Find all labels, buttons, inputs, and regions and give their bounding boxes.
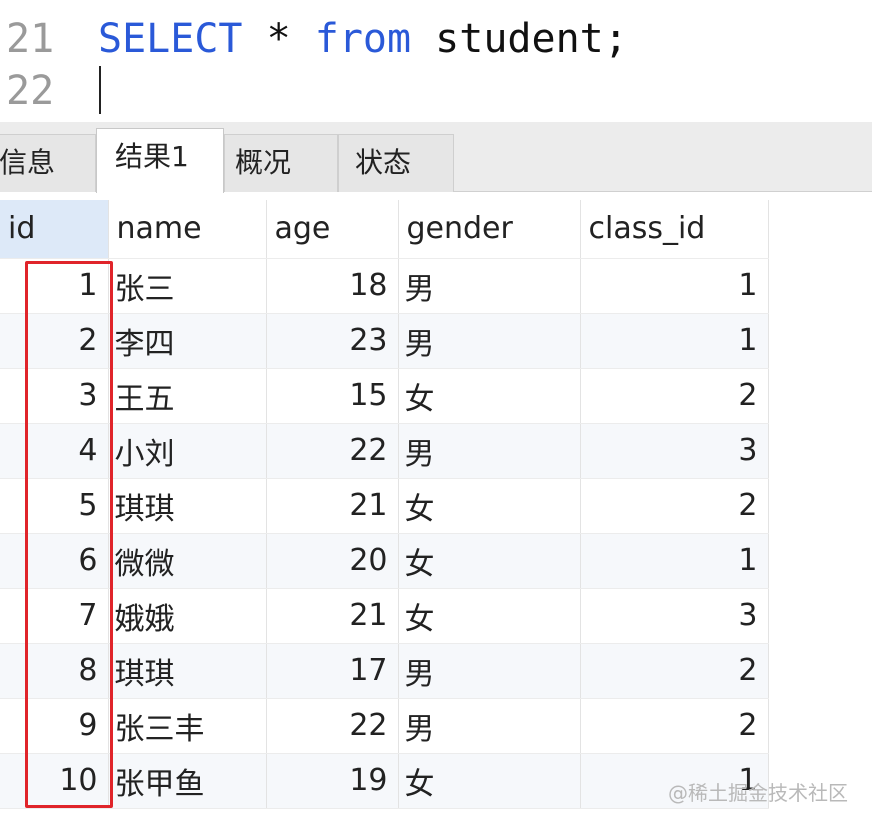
cell-name[interactable]: 微微 (108, 533, 267, 589)
table-row[interactable]: 7 娥娥 21 女 3 (0, 588, 769, 644)
cell-gender[interactable]: 女 (398, 368, 581, 424)
cell-class-id[interactable]: 1 (580, 313, 769, 369)
table-row[interactable]: 9 张三丰 22 男 2 (0, 698, 769, 754)
cell-class-id[interactable]: 1 (580, 533, 769, 589)
table-row[interactable]: 8 琪琪 17 男 2 (0, 643, 769, 699)
column-header-name[interactable]: name (108, 200, 267, 259)
cell-gender[interactable]: 男 (398, 313, 581, 369)
tab-info[interactable]: 信息 (0, 134, 96, 192)
cell-name[interactable]: 李四 (108, 313, 267, 369)
editor-line-22[interactable]: 22 (0, 64, 872, 118)
cell-name[interactable]: 王五 (108, 368, 267, 424)
cell-gender[interactable]: 男 (398, 643, 581, 699)
result-tab-bar: 信息 结果1 概况 状态 (0, 122, 872, 193)
table-row[interactable]: 1 张三 18 男 1 (0, 258, 769, 314)
cell-class-id[interactable]: 2 (580, 698, 769, 754)
table-row[interactable]: 4 小刘 22 男 3 (0, 423, 769, 479)
cell-name[interactable]: 小刘 (108, 423, 267, 479)
sql-token: * (242, 16, 315, 62)
tab-label: 信息 (0, 146, 56, 179)
cell-id[interactable]: 1 (0, 258, 109, 314)
sql-token: student; (411, 16, 628, 62)
header-row: id name age gender class_id (0, 200, 769, 259)
cell-gender[interactable]: 男 (398, 698, 581, 754)
cell-class-id[interactable]: 1 (580, 258, 769, 314)
result-table: id name age gender class_id 1 张三 18 男 1 … (0, 200, 769, 809)
cell-gender[interactable]: 男 (398, 258, 581, 314)
cell-id[interactable]: 2 (0, 313, 109, 369)
column-header-gender[interactable]: gender (398, 200, 581, 259)
cell-id[interactable]: 6 (0, 533, 109, 589)
cell-class-id[interactable]: 2 (580, 478, 769, 534)
tab-label: 状态 (355, 146, 412, 179)
cell-age[interactable]: 20 (266, 533, 399, 589)
cell-age[interactable]: 19 (266, 753, 399, 809)
cell-class-id[interactable]: 2 (580, 368, 769, 424)
column-header-id[interactable]: id (0, 200, 109, 259)
cell-age[interactable]: 21 (266, 588, 399, 644)
cell-gender[interactable]: 女 (398, 753, 581, 809)
cell-age[interactable]: 18 (266, 258, 399, 314)
table-row[interactable]: 2 李四 23 男 1 (0, 313, 769, 369)
cell-age[interactable]: 23 (266, 313, 399, 369)
cell-id[interactable]: 8 (0, 643, 109, 699)
cell-name[interactable]: 琪琪 (108, 643, 267, 699)
editor-line-21[interactable]: 21 SELECT * from student; (0, 12, 872, 66)
cell-age[interactable]: 22 (266, 698, 399, 754)
cell-age[interactable]: 21 (266, 478, 399, 534)
cell-id[interactable]: 3 (0, 368, 109, 424)
line-number: 21 (6, 16, 55, 62)
cell-gender[interactable]: 女 (398, 478, 581, 534)
cell-id[interactable]: 10 (0, 753, 109, 809)
cell-id[interactable]: 7 (0, 588, 109, 644)
cell-class-id[interactable]: 3 (580, 588, 769, 644)
keyword-from: from (314, 16, 412, 62)
cell-name[interactable]: 张甲鱼 (108, 753, 267, 809)
table-row[interactable]: 10 张甲鱼 19 女 1 (0, 753, 769, 809)
cell-name[interactable]: 琪琪 (108, 478, 267, 534)
tab-label: 概况 (235, 146, 292, 179)
table-row[interactable]: 5 琪琪 21 女 2 (0, 478, 769, 534)
cell-name[interactable]: 张三丰 (108, 698, 267, 754)
result-grid[interactable]: id name age gender class_id 1 张三 18 男 1 … (0, 200, 872, 809)
line-number: 22 (6, 68, 55, 114)
cell-id[interactable]: 5 (0, 478, 109, 534)
cell-gender[interactable]: 女 (398, 588, 581, 644)
column-header-age[interactable]: age (266, 200, 399, 259)
table-row[interactable]: 3 王五 15 女 2 (0, 368, 769, 424)
cell-age[interactable]: 22 (266, 423, 399, 479)
keyword-select: SELECT (98, 16, 243, 62)
tab-status[interactable]: 状态 (338, 134, 454, 192)
cell-id[interactable]: 9 (0, 698, 109, 754)
cell-age[interactable]: 15 (266, 368, 399, 424)
cell-gender[interactable]: 女 (398, 533, 581, 589)
text-cursor (99, 66, 101, 114)
cell-gender[interactable]: 男 (398, 423, 581, 479)
watermark: @稀土掘金技术社区 (668, 781, 848, 805)
cell-class-id[interactable]: 2 (580, 643, 769, 699)
sql-statement[interactable]: SELECT * from student; (98, 12, 628, 66)
tab-label: 结果1 (115, 140, 189, 173)
table-row[interactable]: 6 微微 20 女 1 (0, 533, 769, 589)
column-header-class-id[interactable]: class_id (580, 200, 769, 259)
tab-result-1[interactable]: 结果1 (96, 128, 224, 193)
cell-age[interactable]: 17 (266, 643, 399, 699)
cell-class-id[interactable]: 3 (580, 423, 769, 479)
cell-name[interactable]: 娥娥 (108, 588, 267, 644)
tab-overview[interactable]: 概况 (224, 134, 338, 192)
sql-editor[interactable]: 21 SELECT * from student; 22 (0, 0, 872, 122)
cell-id[interactable]: 4 (0, 423, 109, 479)
cell-name[interactable]: 张三 (108, 258, 267, 314)
